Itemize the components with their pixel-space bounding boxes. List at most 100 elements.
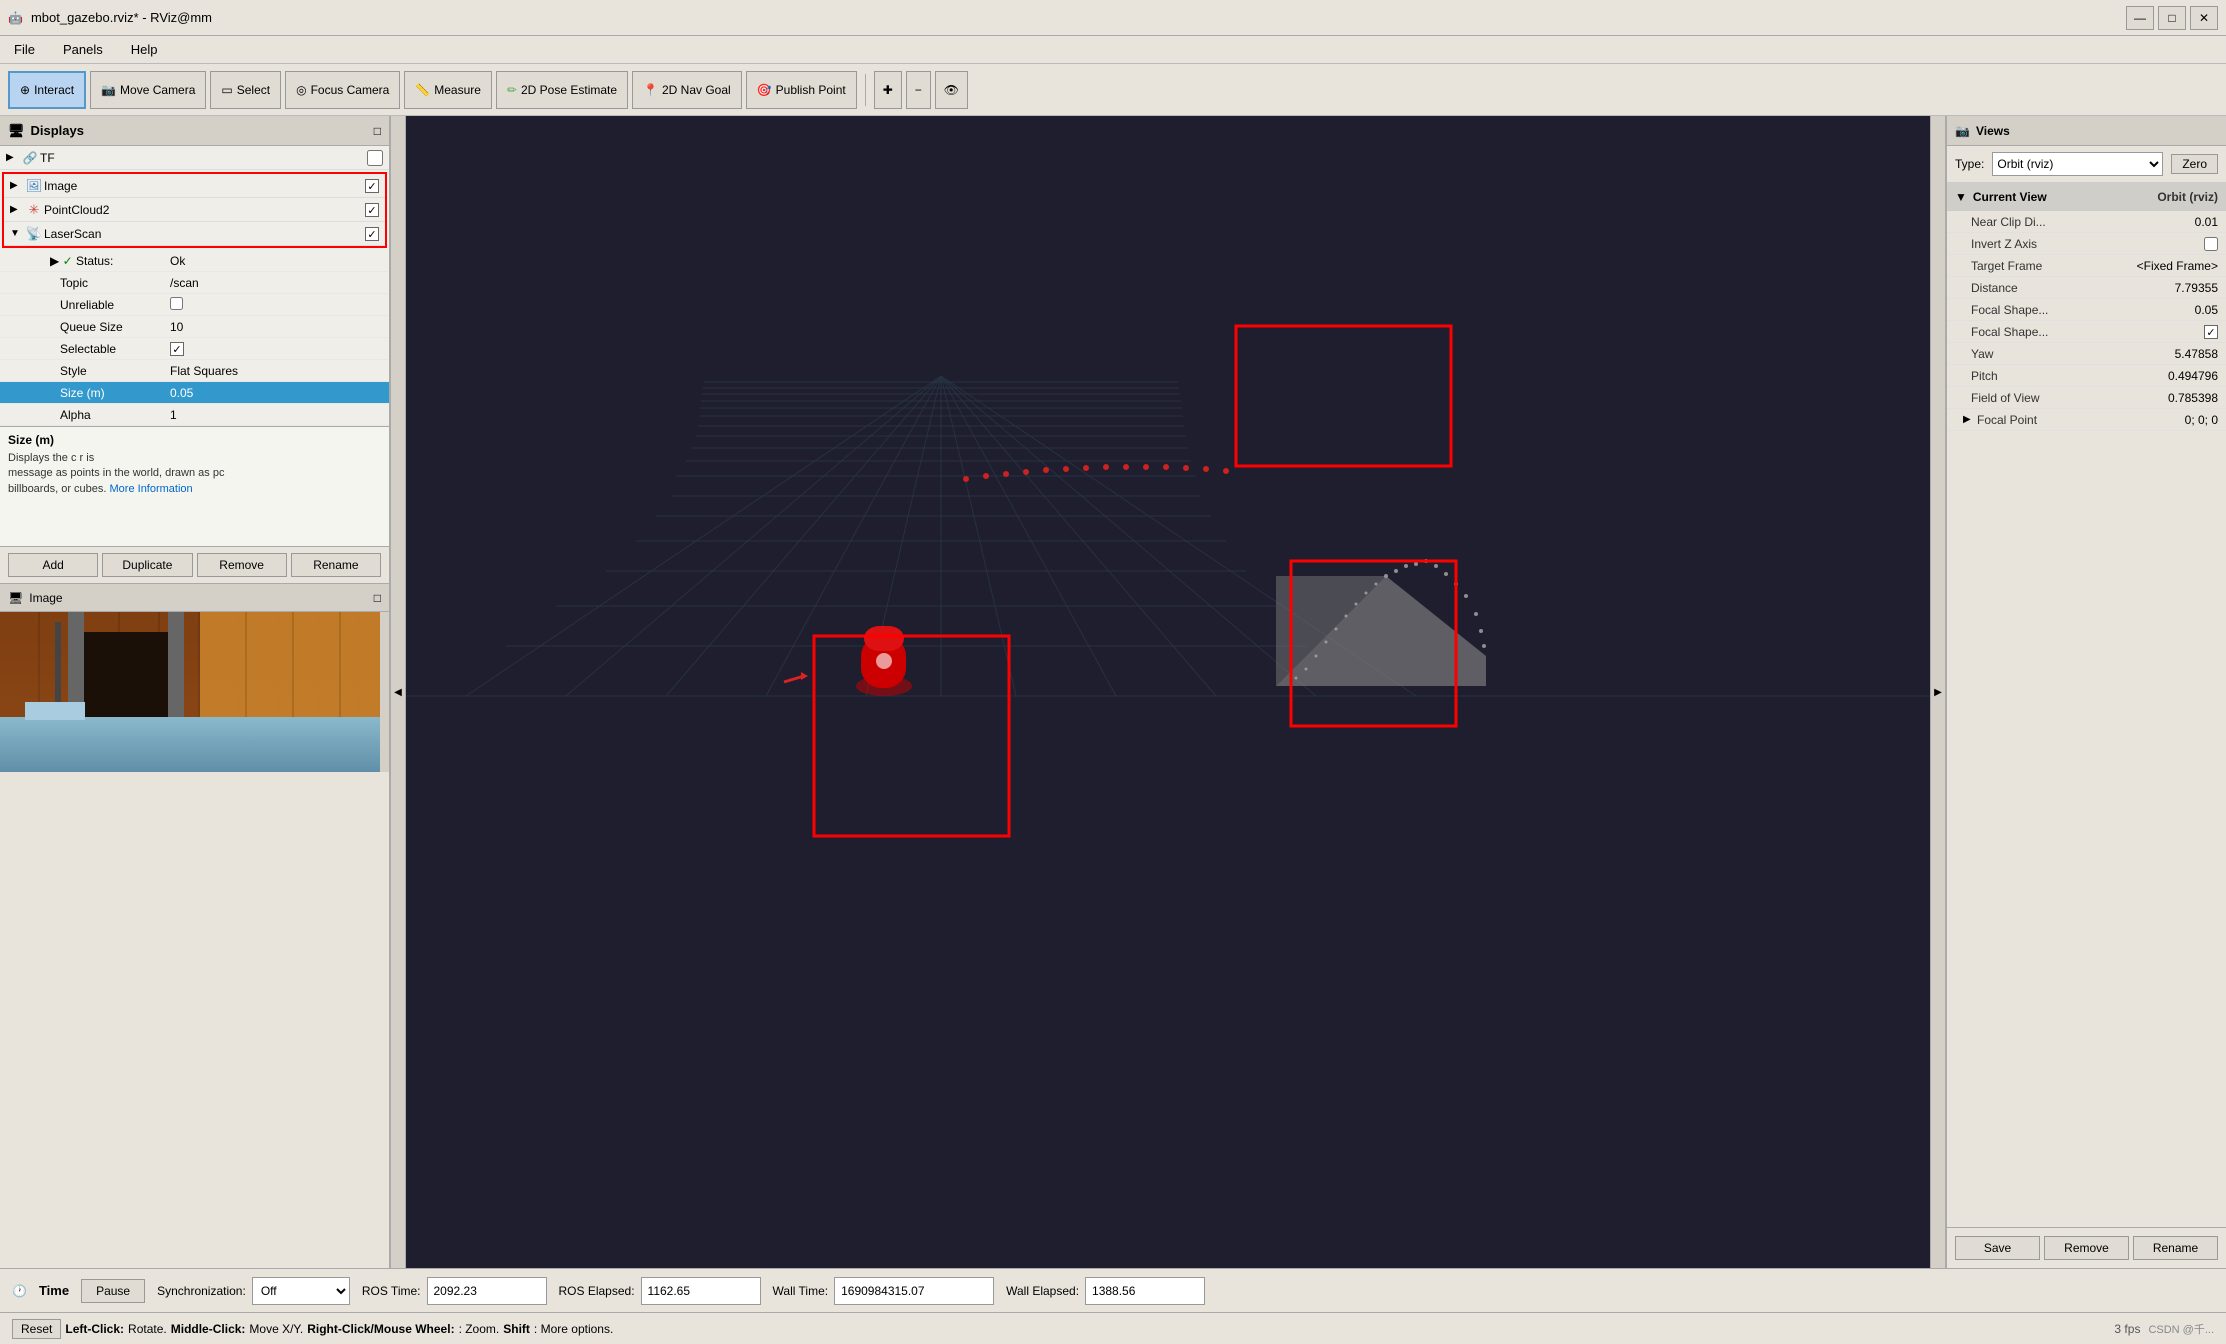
ros-elapsed-field[interactable] bbox=[641, 1277, 761, 1305]
menu-panels[interactable]: Panels bbox=[57, 40, 109, 59]
focal-expand[interactable]: ▶ bbox=[1963, 414, 1977, 425]
right-collapse-handle[interactable]: ▶ bbox=[1930, 116, 1946, 1268]
alpha-name: Alpha bbox=[30, 408, 170, 422]
menu-file[interactable]: File bbox=[8, 40, 41, 59]
wall-time-label: Wall Time: bbox=[773, 1284, 829, 1298]
size-name: Size (m) bbox=[30, 386, 170, 400]
size-value: 0.05 bbox=[170, 386, 383, 400]
save-view-button[interactable]: Save bbox=[1955, 1236, 2040, 1260]
view-prop-pitch[interactable]: Pitch 0.494796 bbox=[1947, 365, 2226, 387]
tf-expand[interactable]: ▶ bbox=[6, 152, 20, 163]
time-title: Time bbox=[39, 1283, 69, 1298]
left-panel: 🖥 Displays □ ▶ 🔗 TF ▶ 🖼 Image ✓ bbox=[0, 116, 390, 1268]
rename-view-button[interactable]: Rename bbox=[2133, 1236, 2218, 1260]
zero-button[interactable]: Zero bbox=[2171, 154, 2218, 174]
remove-icon-button[interactable]: − bbox=[906, 71, 931, 109]
image-expand[interactable]: ▶ bbox=[10, 180, 24, 191]
move-camera-label: Move Camera bbox=[120, 83, 195, 97]
nearclip-name: Near Clip Di... bbox=[1971, 215, 2195, 229]
view-prop-distance[interactable]: Distance 7.79355 bbox=[1947, 277, 2226, 299]
selectable-name: Selectable bbox=[30, 342, 170, 356]
view-prop-focal1[interactable]: Focal Shape... 0.05 bbox=[1947, 299, 2226, 321]
plus-icon: ✚ bbox=[883, 83, 893, 97]
display-image[interactable]: ▶ 🖼 Image ✓ bbox=[4, 174, 385, 198]
view-prop-fov[interactable]: Field of View 0.785398 bbox=[1947, 387, 2226, 409]
view-prop-focal2[interactable]: Focal Shape... ✓ bbox=[1947, 321, 2226, 343]
view-prop-target[interactable]: Target Frame <Fixed Frame> bbox=[1947, 255, 2226, 277]
display-laserscan[interactable]: ▼ 📡 LaserScan ✓ bbox=[4, 222, 385, 246]
prop-topic[interactable]: Topic /scan bbox=[0, 272, 389, 294]
view-prop-yaw[interactable]: Yaw 5.47858 bbox=[1947, 343, 2226, 365]
add-button[interactable]: Add bbox=[8, 553, 98, 577]
prop-style[interactable]: Style Flat Squares bbox=[0, 360, 389, 382]
focus-camera-button[interactable]: ◎ Focus Camera bbox=[285, 71, 400, 109]
focal2-name: Focal Shape... bbox=[1971, 325, 2204, 339]
prop-queue-size[interactable]: Queue Size 10 bbox=[0, 316, 389, 338]
interact-button[interactable]: ⊕ Interact bbox=[8, 71, 86, 109]
prop-status: ▶ ✓ Status: Ok bbox=[0, 250, 389, 272]
displays-maximize-icon[interactable]: □ bbox=[374, 124, 381, 138]
duplicate-button[interactable]: Duplicate bbox=[102, 553, 192, 577]
add-icon-button[interactable]: ✚ bbox=[874, 71, 902, 109]
wall-time-field[interactable] bbox=[834, 1277, 994, 1305]
publish-point-button[interactable]: 🎯 Publish Point bbox=[746, 71, 857, 109]
alpha-value: 1 bbox=[170, 408, 383, 422]
scene-background bbox=[0, 612, 380, 772]
remove-view-button[interactable]: Remove bbox=[2044, 1236, 2129, 1260]
ros-time-field[interactable] bbox=[427, 1277, 547, 1305]
collapse-handle[interactable]: ◀ bbox=[390, 116, 406, 1268]
image-checkbox[interactable]: ✓ bbox=[365, 179, 379, 193]
displays-icon: 🖥 bbox=[8, 123, 25, 139]
close-button[interactable]: ✕ bbox=[2190, 6, 2218, 30]
select-button[interactable]: ▭ Select bbox=[210, 71, 281, 109]
move-camera-button[interactable]: 📷 Move Camera bbox=[90, 71, 206, 109]
display-pointcloud2[interactable]: ▶ ✳ PointCloud2 ✓ bbox=[4, 198, 385, 222]
focal1-value: 0.05 bbox=[2195, 303, 2218, 317]
focal2-cb[interactable]: ✓ bbox=[2204, 325, 2218, 339]
sync-select[interactable]: Off Approximate Exact bbox=[252, 1277, 350, 1305]
expand-status[interactable]: ▶ bbox=[50, 254, 59, 268]
distance-name: Distance bbox=[1971, 281, 2175, 295]
view-prop-nearclip[interactable]: Near Clip Di... 0.01 bbox=[1947, 211, 2226, 233]
pc2-checkbox[interactable]: ✓ bbox=[365, 203, 379, 217]
wall-elapsed-field[interactable] bbox=[1085, 1277, 1205, 1305]
display-tf[interactable]: ▶ 🔗 TF bbox=[0, 146, 389, 170]
2d-nav-button[interactable]: 📍 2D Nav Goal bbox=[632, 71, 742, 109]
more-info-link[interactable]: More Information bbox=[110, 483, 193, 495]
menu-help[interactable]: Help bbox=[125, 40, 164, 59]
minimize-button[interactable]: — bbox=[2126, 6, 2154, 30]
rename-button[interactable]: Rename bbox=[291, 553, 381, 577]
ros-time-group: ROS Time: bbox=[362, 1277, 547, 1305]
viewport-3d[interactable] bbox=[406, 116, 1930, 1268]
type-select[interactable]: Orbit (rviz) XY Orbit (rviz) FPS (rviz) … bbox=[1992, 152, 2163, 176]
prop-alpha[interactable]: Alpha 1 bbox=[0, 404, 389, 426]
measure-button[interactable]: 📏 Measure bbox=[404, 71, 492, 109]
current-view-type: Orbit (rviz) bbox=[2157, 190, 2218, 204]
tf-checkbox[interactable] bbox=[367, 150, 383, 166]
view-prop-invertz[interactable]: Invert Z Axis bbox=[1947, 233, 2226, 255]
2d-pose-button[interactable]: ✏ 2D Pose Estimate bbox=[496, 71, 628, 109]
tf-icon: 🔗 bbox=[20, 150, 40, 166]
separator bbox=[865, 74, 866, 106]
invertz-cb[interactable] bbox=[2204, 237, 2218, 251]
pause-button[interactable]: Pause bbox=[81, 1279, 145, 1303]
pitch-value: 0.494796 bbox=[2168, 369, 2218, 383]
maximize-button[interactable]: □ bbox=[2158, 6, 2186, 30]
highlighted-group: ▶ 🖼 Image ✓ ▶ ✳ PointCloud2 ✓ ▼ 📡 LaserS… bbox=[2, 172, 387, 248]
ls-expand[interactable]: ▼ bbox=[10, 228, 24, 239]
fov-name: Field of View bbox=[1971, 391, 2168, 405]
prop-selectable[interactable]: Selectable ✓ bbox=[0, 338, 389, 360]
eye-icon-button[interactable]: 👁 bbox=[935, 71, 968, 109]
ls-checkbox[interactable]: ✓ bbox=[365, 227, 379, 241]
image-panel-close[interactable]: □ bbox=[374, 591, 381, 605]
image-icon: 🖼 bbox=[24, 178, 44, 194]
reset-button[interactable]: Reset bbox=[12, 1319, 61, 1339]
remove-button[interactable]: Remove bbox=[197, 553, 287, 577]
pc2-expand[interactable]: ▶ bbox=[10, 204, 24, 215]
unreliable-cb[interactable] bbox=[170, 297, 183, 310]
prop-size[interactable]: Size (m) 0.05 bbox=[0, 382, 389, 404]
expand-arrow[interactable]: ▼ bbox=[1955, 190, 1967, 204]
selectable-cb[interactable]: ✓ bbox=[170, 342, 184, 356]
focal-point-row[interactable]: ▶ Focal Point 0; 0; 0 bbox=[1947, 409, 2226, 431]
prop-unreliable[interactable]: Unreliable bbox=[0, 294, 389, 316]
